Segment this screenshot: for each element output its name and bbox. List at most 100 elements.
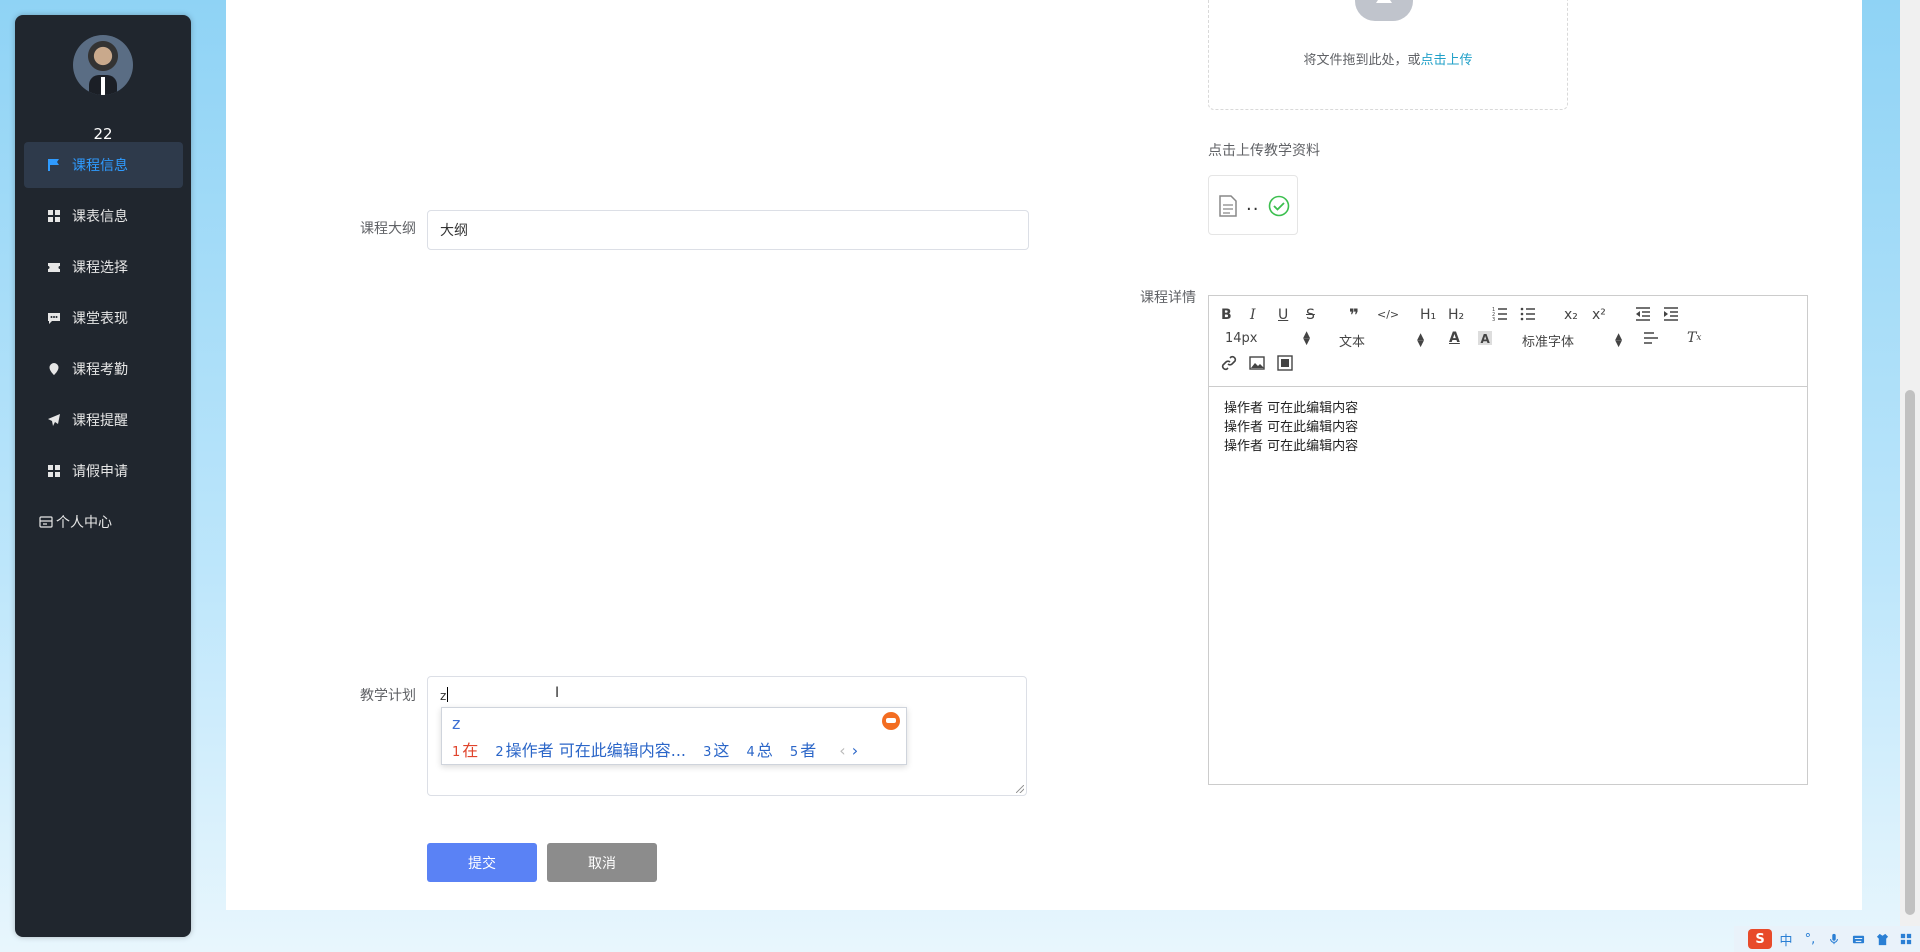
bold-icon[interactable]: B: [1221, 307, 1232, 323]
ime-language-toggle[interactable]: 中: [1776, 929, 1796, 949]
heading-1-icon[interactable]: H₁: [1420, 307, 1436, 323]
map-pin-icon: [46, 361, 62, 377]
sidebar-item-label: 课程提醒: [72, 413, 128, 429]
candidate-text: 这: [713, 741, 730, 760]
grid-icon: [46, 463, 62, 479]
outdent-icon[interactable]: [1635, 306, 1651, 322]
sogou-s-icon[interactable]: S: [1748, 929, 1772, 949]
send-icon: [46, 412, 62, 428]
upload-tip: 点击上传教学资料: [1208, 143, 1320, 159]
background-color-icon[interactable]: A: [1477, 330, 1493, 346]
indent-icon[interactable]: [1663, 306, 1679, 322]
font-size-value: 14px: [1225, 331, 1258, 346]
ime-candidate[interactable]: 5者: [790, 741, 816, 760]
superscript-icon[interactable]: x²: [1592, 307, 1606, 323]
ime-next-page-icon[interactable]: ›: [852, 741, 858, 760]
sidebar-item-reminders[interactable]: 课程提醒: [24, 397, 183, 443]
sidebar-item-label: 个人中心: [56, 515, 112, 531]
syllabus-label: 课程大纲: [360, 221, 416, 237]
sidebar-nav: 课程信息 课表信息 课程选择 课堂表现 课程考勤 课程提醒 请假申请 个人中心: [24, 142, 183, 550]
ibeam-cursor-icon: I: [555, 685, 560, 701]
candidate-text: 总: [756, 741, 773, 760]
editor-line: 操作者 可在此编辑内容: [1224, 420, 1359, 435]
upload-dropzone[interactable]: 将文件拖到此处，或点击上传: [1208, 0, 1568, 110]
uploaded-file-card[interactable]: ..: [1208, 175, 1298, 235]
ime-candidate[interactable]: 2 操作者 可在此编辑内容...: [495, 741, 686, 760]
sidebar-item-profile[interactable]: 个人中心: [24, 499, 183, 545]
editor-line: 操作者 可在此编辑内容: [1224, 439, 1359, 454]
video-icon[interactable]: [1277, 355, 1293, 371]
page-scrollbar[interactable]: [1900, 0, 1920, 952]
teaching-plan-label: 教学计划: [360, 688, 416, 704]
underline-icon[interactable]: U: [1278, 307, 1288, 323]
ime-prev-page-icon[interactable]: ‹ ›: [839, 741, 858, 760]
italic-icon[interactable]: I: [1250, 307, 1256, 323]
skin-shirt-icon[interactable]: [1872, 929, 1892, 949]
ime-candidate[interactable]: 1在: [452, 741, 478, 760]
upload-link[interactable]: 点击上传: [1421, 53, 1473, 68]
candidate-text: 者: [800, 741, 817, 760]
sidebar-item-class-performance[interactable]: 课堂表现: [24, 295, 183, 341]
svg-text:3: 3: [1492, 317, 1495, 322]
keyboard-icon[interactable]: [1848, 929, 1868, 949]
subscript-icon[interactable]: x₂: [1564, 307, 1578, 323]
sidebar-item-label: 课表信息: [72, 209, 128, 225]
teaching-plan-value: z: [440, 689, 447, 703]
bullet-list-icon[interactable]: [1520, 306, 1536, 322]
ordered-list-icon[interactable]: 123: [1492, 306, 1508, 322]
course-details-label: 课程详情: [1140, 290, 1196, 306]
candidate-number: 5: [789, 745, 799, 760]
ime-status-bar: S 中 °,: [1734, 926, 1920, 952]
text-caret: [447, 687, 448, 702]
punctuation-toggle[interactable]: °,: [1800, 929, 1820, 949]
sidebar-item-schedule[interactable]: 课表信息: [24, 193, 183, 239]
flag-icon: [46, 157, 62, 173]
editor-toolbar: B I U S ❞ </> H₁ H₂ 123 x₂ x² 14px ▲ ▼ 文…: [1209, 296, 1807, 387]
submit-button[interactable]: 提交: [427, 843, 537, 882]
align-left-icon[interactable]: [1643, 330, 1659, 346]
toolbox-grid-icon[interactable]: [1896, 929, 1916, 949]
ime-candidate-window: z 1在 2 操作者 可在此编辑内容... 3这 4总 5者 ‹ ›: [441, 707, 907, 765]
blockquote-icon[interactable]: ❞: [1349, 306, 1359, 326]
document-icon: [1219, 195, 1237, 217]
cancel-button[interactable]: 取消: [547, 843, 657, 882]
sogou-logo-icon[interactable]: [882, 712, 900, 730]
svg-text:A: A: [1481, 332, 1491, 346]
cloud-upload-icon: [1355, 0, 1413, 21]
sidebar-item-course-info[interactable]: 课程信息: [24, 142, 183, 188]
clear-format-icon[interactable]: Tx: [1687, 330, 1701, 346]
link-icon[interactable]: [1221, 355, 1237, 371]
upload-hint: 将文件拖到此处，或点击上传: [1209, 49, 1567, 68]
avatar[interactable]: [73, 35, 133, 95]
resize-handle[interactable]: [1016, 785, 1024, 793]
select-arrows-icon: ▲ ▼: [1417, 331, 1424, 349]
candidate-number: 4: [746, 745, 755, 760]
candidate-text: 在: [462, 741, 479, 760]
sidebar-item-label: 课程信息: [72, 158, 128, 174]
scrollbar-thumb[interactable]: [1905, 390, 1915, 915]
ime-composition: z: [452, 714, 461, 733]
sidebar-item-attendance[interactable]: 课程考勤: [24, 346, 183, 392]
microphone-icon[interactable]: [1824, 929, 1844, 949]
block-type-value: 文本: [1339, 335, 1366, 350]
font-color-icon[interactable]: A: [1449, 330, 1460, 346]
candidate-number: 2: [495, 745, 504, 760]
sidebar-item-course-selection[interactable]: 课程选择: [24, 244, 183, 290]
heading-2-icon[interactable]: H₂: [1448, 307, 1464, 323]
card-icon: [38, 514, 54, 530]
image-icon[interactable]: [1249, 355, 1265, 371]
strikethrough-icon[interactable]: S: [1306, 307, 1315, 323]
editor-content[interactable]: 操作者 可在此编辑内容 操作者 可在此编辑内容 操作者 可在此编辑内容: [1209, 387, 1807, 468]
block-type-select[interactable]: 文本 ▲ ▼: [1339, 331, 1424, 350]
font-family-select[interactable]: 标准字体 ▲ ▼: [1522, 331, 1622, 350]
ime-candidate[interactable]: 4总: [747, 741, 773, 760]
ticket-icon: [46, 259, 62, 275]
font-family-value: 标准字体: [1522, 335, 1575, 350]
font-size-select[interactable]: 14px ▲ ▼: [1225, 330, 1310, 346]
sidebar-item-leave-request[interactable]: 请假申请: [24, 448, 183, 494]
ime-candidate[interactable]: 3这: [703, 741, 729, 760]
check-circle-icon: [1268, 195, 1290, 217]
file-name: ..: [1246, 194, 1260, 215]
code-block-icon[interactable]: </>: [1377, 308, 1399, 321]
syllabus-input[interactable]: 大纲: [427, 210, 1029, 250]
